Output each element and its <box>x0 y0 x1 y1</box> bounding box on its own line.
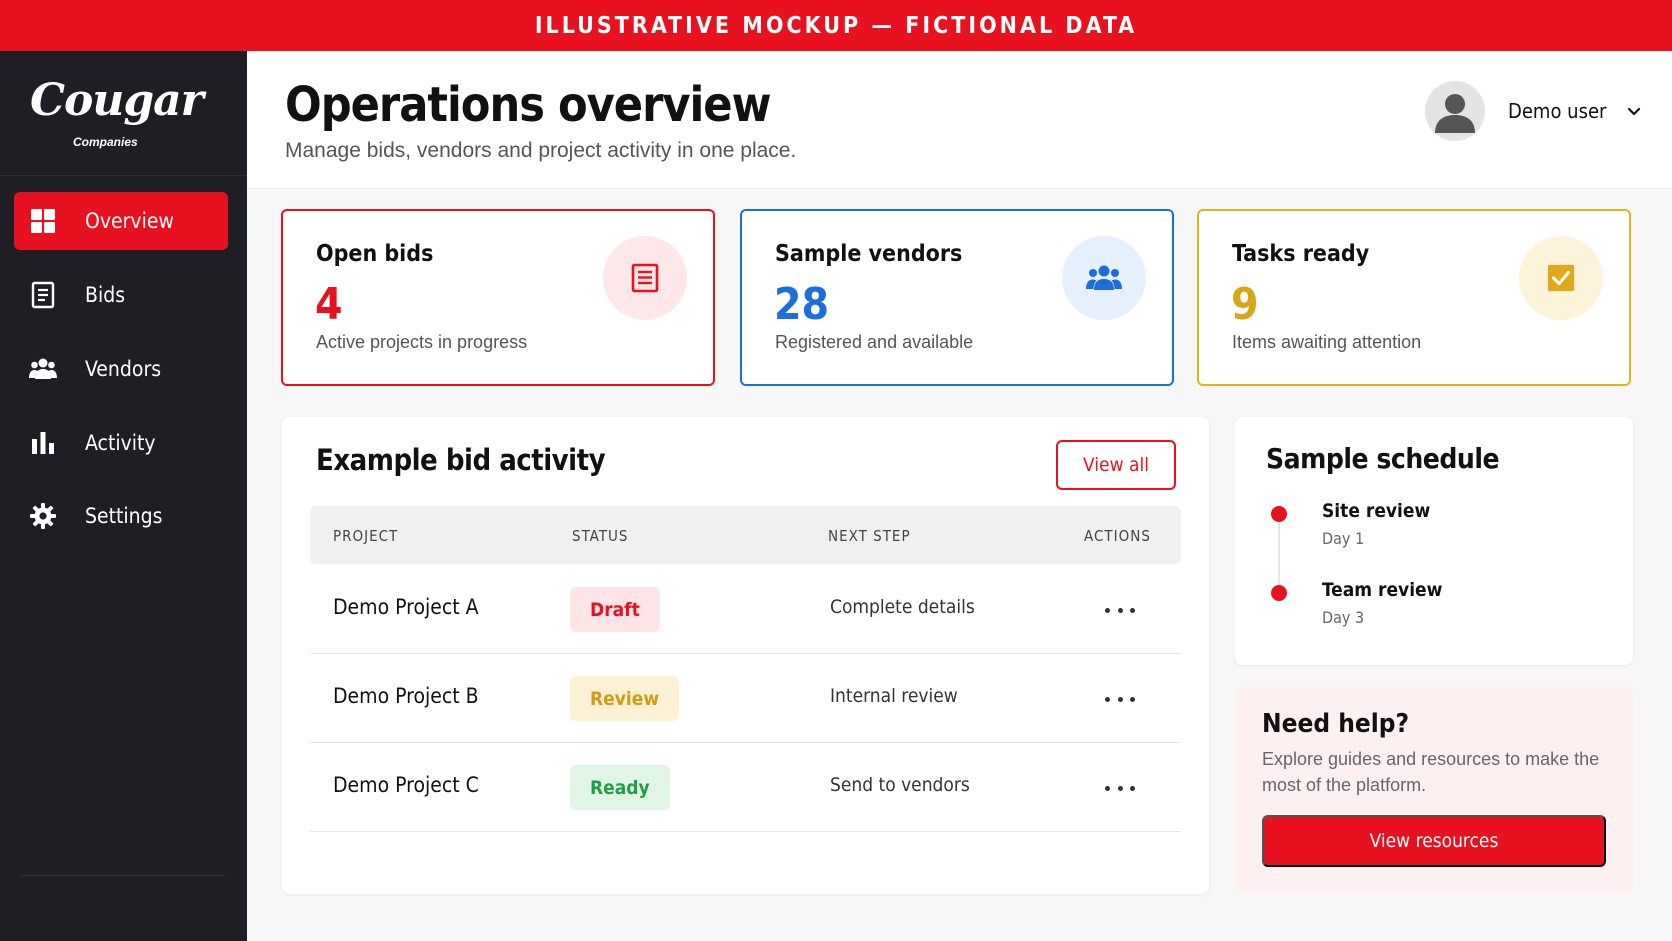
panel-title: Example bid activity <box>316 443 606 477</box>
sidebar-item-settings[interactable]: Settings <box>14 487 228 545</box>
stat-card-vendors[interactable]: Sample vendors 28 Registered and availab… <box>740 209 1174 386</box>
stat-title: Sample vendors <box>775 241 963 267</box>
help-title: Need help? <box>1262 709 1410 739</box>
sidebar-item-label: Bids <box>85 283 126 307</box>
stat-value: 4 <box>315 279 343 330</box>
help-panel: Need help? Explore guides and resources … <box>1235 686 1633 894</box>
logo-wordmark: Cougar <box>30 75 204 126</box>
bar-chart-icon <box>29 429 57 457</box>
view-all-button[interactable]: View all <box>1056 440 1176 490</box>
user-name: Demo user <box>1508 99 1607 123</box>
sidebar-item-vendors[interactable]: Vendors <box>14 340 228 398</box>
page-title: Operations overview <box>285 77 771 133</box>
cougar-logo[interactable]: Cougar Companies <box>28 73 228 153</box>
stat-value: 9 <box>1231 279 1259 330</box>
timeline-line <box>1278 515 1280 595</box>
people-icon <box>1062 236 1146 320</box>
sidebar-item-bids[interactable]: Bids <box>14 266 228 324</box>
project-name: Demo Project A <box>333 595 479 619</box>
status-badge: Draft <box>570 587 660 632</box>
table-row[interactable]: Demo Project A Draft Complete details <box>310 565 1181 654</box>
column-header-status: STATUS <box>572 527 629 545</box>
avatar[interactable] <box>1425 81 1485 141</box>
mockup-banner: ILLUSTRATIVE MOCKUP — FICTIONAL DATA <box>0 0 1672 51</box>
chevron-down-icon[interactable] <box>1626 103 1642 119</box>
timeline-dot <box>1271 585 1287 601</box>
more-actions-icon[interactable] <box>1105 605 1135 615</box>
timeline-dot <box>1271 506 1287 522</box>
schedule-panel: Sample schedule Site review Day 1 Team r… <box>1235 417 1633 665</box>
schedule-item-title: Site review <box>1322 500 1431 522</box>
column-header-project: PROJECT <box>333 527 399 545</box>
sidebar-item-label: Overview <box>85 209 174 233</box>
page-subtitle: Manage bids, vendors and project activit… <box>285 139 797 162</box>
status-badge: Ready <box>570 765 670 810</box>
column-header-next-step: NEXT STEP <box>828 527 911 545</box>
stat-title: Tasks ready <box>1232 241 1370 267</box>
sidebar-item-activity[interactable]: Activity <box>14 414 228 472</box>
user-icon <box>1435 94 1475 133</box>
more-actions-icon[interactable] <box>1105 694 1135 704</box>
status-badge: Review <box>570 676 680 721</box>
schedule-item-day: Day 1 <box>1322 529 1365 548</box>
column-header-actions: ACTIONS <box>1084 527 1151 545</box>
stat-description: Items awaiting attention <box>1232 332 1422 352</box>
schedule-title: Sample schedule <box>1266 442 1500 475</box>
schedule-item-title: Team review <box>1322 579 1443 601</box>
page-header: Operations overview Manage bids, vendors… <box>247 51 1672 189</box>
table-row[interactable]: Demo Project B Review Internal review <box>310 654 1181 743</box>
bid-activity-panel: Example bid activity View all PROJECT ST… <box>282 417 1209 894</box>
user-menu[interactable]: Demo user <box>1425 81 1642 141</box>
stat-description: Active projects in progress <box>316 332 528 352</box>
more-actions-icon[interactable] <box>1105 783 1135 793</box>
stat-description: Registered and available <box>775 332 974 352</box>
project-name: Demo Project C <box>333 773 479 797</box>
document-icon <box>29 281 57 309</box>
next-step: Send to vendors <box>830 774 970 796</box>
sidebar-divider <box>0 175 247 176</box>
table-row[interactable]: Demo Project C Ready Send to vendors <box>310 743 1181 832</box>
next-step: Internal review <box>830 685 958 707</box>
logo-subtitle: Companies <box>73 135 138 149</box>
sidebar-item-label: Activity <box>85 431 156 455</box>
grid-icon <box>29 207 57 235</box>
stat-card-tasks[interactable]: Tasks ready 9 Items awaiting attention <box>1197 209 1631 386</box>
sidebar-item-label: Settings <box>85 504 163 528</box>
sidebar-item-overview[interactable]: Overview <box>14 192 228 250</box>
people-icon <box>29 355 57 383</box>
sidebar-item-label: Vendors <box>85 357 162 381</box>
gear-icon <box>29 502 57 530</box>
sidebar-bottom-divider <box>22 875 225 876</box>
stat-title: Open bids <box>316 241 434 267</box>
view-resources-button[interactable]: View resources <box>1262 815 1606 867</box>
checkbox-icon <box>1519 236 1603 320</box>
sidebar: Cougar Companies Overview Bids Vendors A… <box>0 51 247 941</box>
project-name: Demo Project B <box>333 684 479 708</box>
stat-card-open-bids[interactable]: Open bids 4 Active projects in progress <box>281 209 715 386</box>
schedule-item-day: Day 3 <box>1322 608 1365 627</box>
document-icon <box>603 236 687 320</box>
help-text: Explore guides and resources to make the… <box>1262 749 1600 795</box>
table-header: PROJECT STATUS NEXT STEP ACTIONS <box>310 506 1181 564</box>
next-step: Complete details <box>830 596 975 618</box>
stat-value: 28 <box>774 279 830 330</box>
